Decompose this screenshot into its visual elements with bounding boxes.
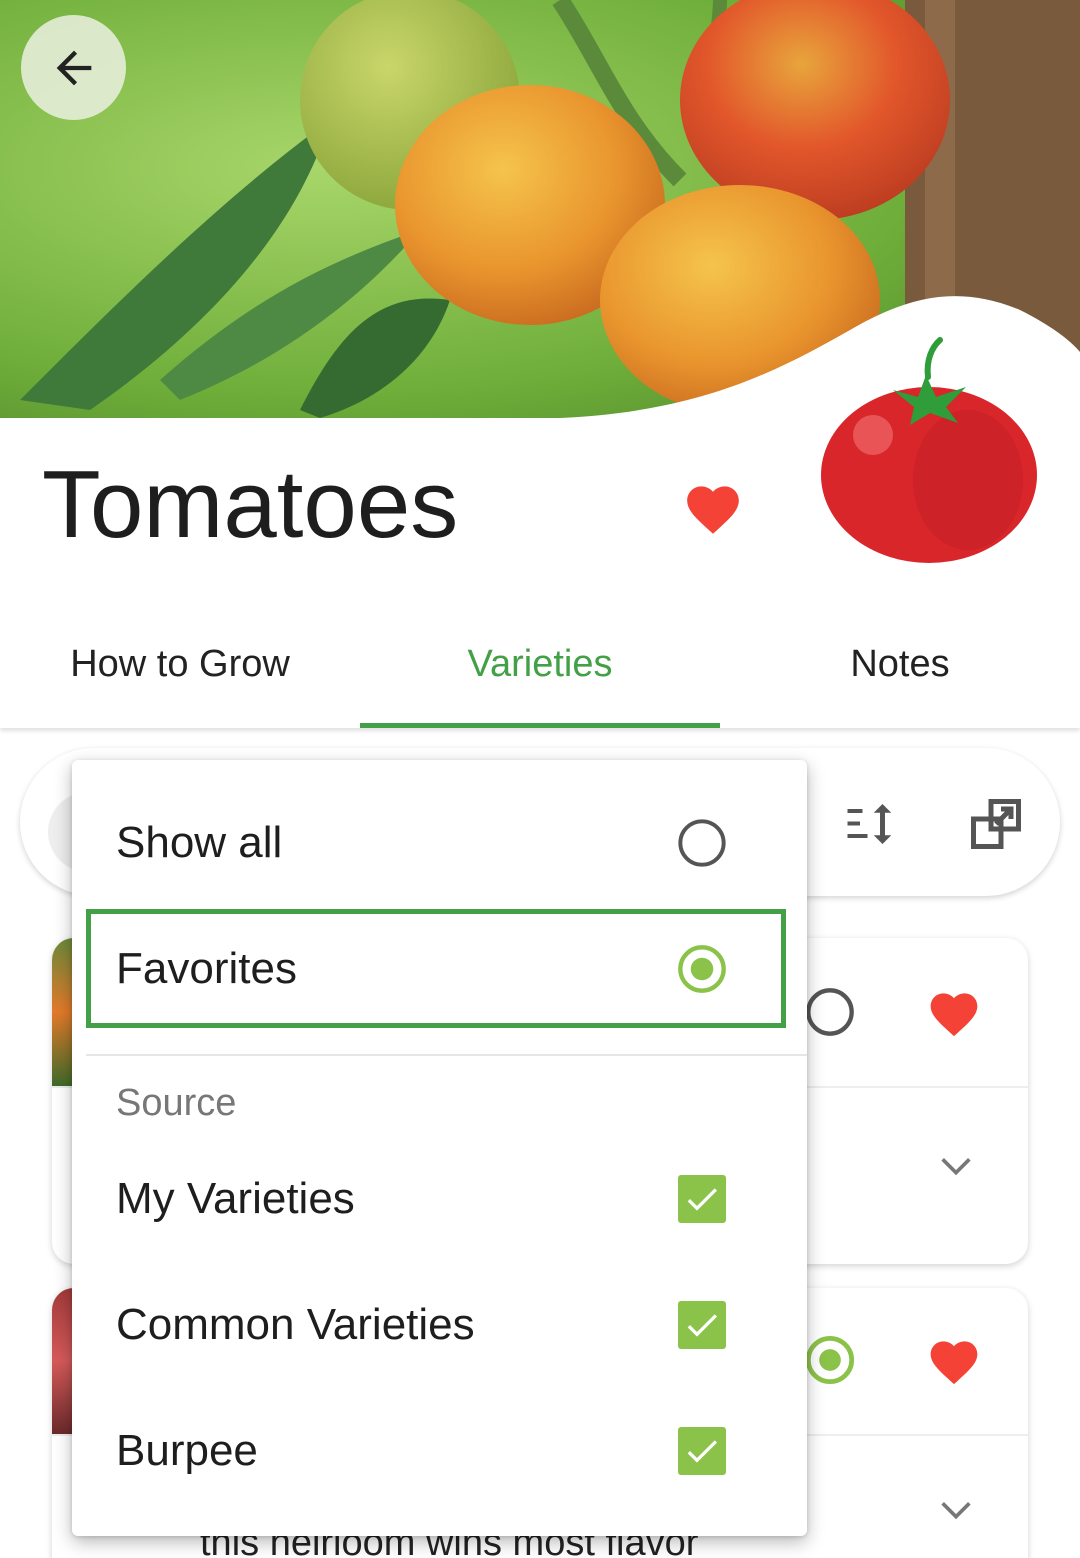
checkbox-checked[interactable] <box>678 1301 726 1349</box>
heart-icon[interactable] <box>926 1334 982 1386</box>
radio-selected-icon[interactable] <box>804 1334 856 1386</box>
heart-icon[interactable] <box>682 478 744 536</box>
checkbox-checked[interactable] <box>678 1427 726 1475</box>
menu-item-burpee[interactable]: Burpee <box>72 1388 807 1514</box>
check-icon <box>687 1314 717 1337</box>
checkbox-checked[interactable] <box>678 1175 726 1223</box>
focus-highlight <box>86 909 786 1028</box>
chevron-down-icon[interactable] <box>936 1146 976 1186</box>
radio-unselected-icon[interactable] <box>804 986 856 1038</box>
tab-varieties[interactable]: Varieties <box>360 600 720 728</box>
expand-icon[interactable] <box>966 794 1026 854</box>
menu-divider <box>86 1054 807 1056</box>
menu-item-my-varieties[interactable]: My Varieties <box>72 1136 807 1262</box>
menu-item-label: Show all <box>116 818 283 867</box>
check-icon <box>687 1440 717 1463</box>
arrow-left-icon <box>56 50 91 85</box>
chevron-down-icon[interactable] <box>936 1490 976 1530</box>
tab-how-to-grow[interactable]: How to Grow <box>0 600 360 728</box>
menu-item-label: My Varieties <box>116 1174 355 1223</box>
tomato-illustration <box>821 337 1037 563</box>
sort-icon[interactable] <box>840 794 900 854</box>
variety-thumbnail <box>52 1288 74 1434</box>
variety-thumbnail <box>52 938 74 1086</box>
source-section-header: Source <box>116 1082 237 1124</box>
tab-bar: How to Grow Varieties Notes <box>0 600 1080 728</box>
back-button[interactable] <box>21 15 126 120</box>
menu-item-label: Burpee <box>116 1426 258 1475</box>
filter-menu: Show all Favorites Source My Varieties C… <box>72 760 807 1536</box>
check-icon <box>687 1188 717 1211</box>
menu-item-label: Common Varieties <box>116 1300 475 1349</box>
heart-icon[interactable] <box>926 986 982 1038</box>
menu-item-common-varieties[interactable]: Common Varieties <box>72 1262 807 1388</box>
menu-item-show-all[interactable]: Show all <box>72 780 807 906</box>
tab-notes[interactable]: Notes <box>720 600 1080 728</box>
page-title: Tomatoes <box>42 451 459 558</box>
radio-unselected-icon[interactable] <box>676 817 728 869</box>
